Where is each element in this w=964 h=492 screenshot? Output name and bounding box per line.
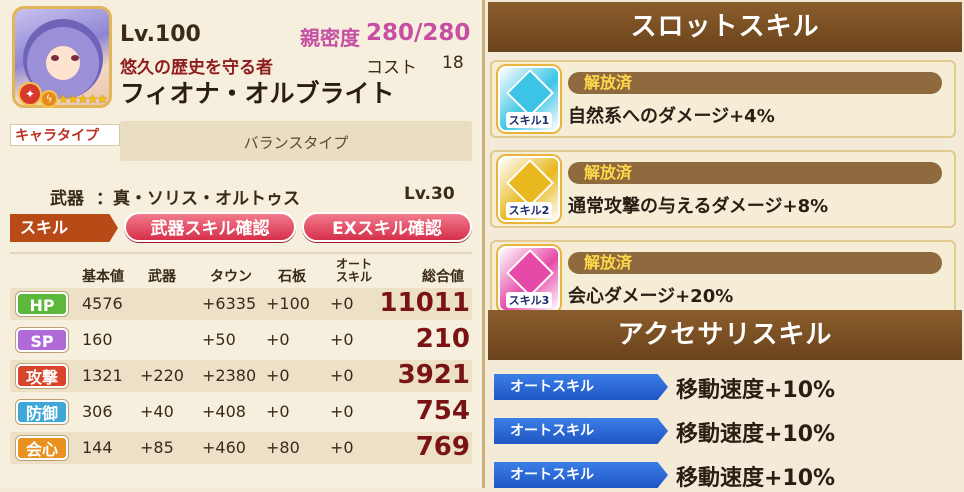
- auto-skill-tag: オートスキル: [494, 462, 668, 488]
- type-value: バランスタイプ: [243, 134, 349, 152]
- slot-skill-status-bar: 解放済: [568, 162, 942, 184]
- header-total: 総合値: [422, 269, 464, 285]
- slot-skill-icon: スキル1: [498, 66, 560, 132]
- slot-skill-status: 解放済: [584, 163, 633, 182]
- accessory-skill-header: アクセサリスキル: [488, 310, 962, 360]
- slot-skill-icon: スキル2: [498, 156, 560, 222]
- stat-town: +408: [202, 402, 246, 421]
- rarity-stars: ★★★★★: [58, 92, 108, 106]
- stat-total: 210: [415, 324, 470, 354]
- weapon-level: Lv.30: [404, 184, 455, 204]
- stat-total: 3921: [397, 360, 470, 390]
- slot-skill-status: 解放済: [584, 253, 633, 272]
- stat-auto: +0: [330, 366, 354, 385]
- weapon-label: 武器: [50, 189, 84, 209]
- stat-badge-2: 攻撃: [16, 364, 68, 388]
- stat-auto: +0: [330, 294, 354, 313]
- stat-base: 160: [82, 330, 113, 349]
- skill-tag: スキル: [10, 214, 118, 242]
- weapon-name: ：真・ソリス・オルトゥス: [96, 189, 300, 209]
- accessory-skill-text: 移動速度+10%: [676, 378, 836, 403]
- sword-gem-icon: [505, 248, 555, 298]
- attribute-badge-icon: ϟ: [40, 90, 58, 108]
- stat-total: 754: [415, 396, 470, 426]
- type-label: キャラタイプ: [10, 124, 120, 146]
- stat-town: +6335: [202, 294, 257, 313]
- stat-badge-3: 防御: [16, 400, 68, 424]
- ex-skill-button[interactable]: EXスキル確認: [302, 212, 472, 242]
- bond-value: 280/280: [366, 20, 471, 46]
- slot-skill-text: 自然系へのダメージ+4%: [568, 106, 775, 127]
- character-level: Lv.100: [120, 22, 201, 47]
- header-town: タウン: [210, 269, 252, 285]
- stat-base: 4576: [82, 294, 123, 313]
- stat-weapon: +220: [140, 366, 184, 385]
- stat-auto: +0: [330, 330, 354, 349]
- stat-badge-1: SP: [16, 328, 68, 352]
- stat-base: 306: [82, 402, 113, 421]
- sword-gem-icon: [505, 68, 555, 118]
- stat-weapon: +40: [140, 402, 174, 421]
- character-name: フィオナ・オルブライト: [120, 79, 395, 108]
- slot-skill-number: スキル3: [505, 292, 553, 308]
- header-auto-skill: オート スキル: [336, 257, 373, 284]
- header-base: 基本値: [82, 269, 124, 285]
- stat-tablet: +0: [266, 366, 290, 385]
- stat-town: +50: [202, 330, 236, 349]
- cost-value: 18: [442, 53, 464, 73]
- stat-town: +460: [202, 438, 246, 457]
- bond-label: 親密度: [300, 26, 360, 50]
- stat-tablet: +100: [266, 294, 310, 313]
- stat-total: 769: [415, 432, 470, 462]
- weapon-skill-button[interactable]: 武器スキル確認: [124, 212, 296, 242]
- stat-badge-0: HP: [16, 292, 68, 316]
- header-weapon: 武器: [148, 269, 176, 285]
- stat-auto: +0: [330, 402, 354, 421]
- stat-town: +2380: [202, 366, 257, 385]
- slot-skill-status-bar: 解放済: [568, 252, 942, 274]
- stat-tablet: +0: [266, 330, 290, 349]
- slot-skill-text: 通常攻撃の与えるダメージ+8%: [568, 196, 829, 217]
- auto-skill-tag: オートスキル: [494, 374, 668, 400]
- stat-base: 1321: [82, 366, 123, 385]
- stat-auto: +0: [330, 438, 354, 457]
- accessory-skill-text: 移動速度+10%: [676, 466, 836, 491]
- stat-weapon: +85: [140, 438, 174, 457]
- accessory-skill-text: 移動速度+10%: [676, 422, 836, 447]
- slot-skill-header: スロットスキル: [488, 2, 962, 52]
- stat-tablet: +0: [266, 402, 290, 421]
- slot-skill-number: スキル2: [505, 202, 553, 218]
- stat-base: 144: [82, 438, 113, 457]
- slot-skill-text: 会心ダメージ+20%: [568, 286, 734, 307]
- stat-tablet: +80: [266, 438, 300, 457]
- stat-badge-4: 会心: [16, 436, 68, 460]
- slot-skill-number: スキル1: [505, 112, 553, 128]
- slot-skill-icon: スキル3: [498, 246, 560, 312]
- sword-gem-icon: [505, 158, 555, 208]
- slot-skill-status-bar: 解放済: [568, 72, 942, 94]
- element-badge-icon: ✦: [18, 82, 42, 106]
- stat-total: 11011: [379, 288, 470, 318]
- header-tablet: 石板: [278, 269, 306, 285]
- auto-skill-tag: オートスキル: [494, 418, 668, 444]
- divider: [10, 252, 472, 254]
- slot-skill-status: 解放済: [584, 73, 633, 92]
- panel-divider: [482, 0, 485, 488]
